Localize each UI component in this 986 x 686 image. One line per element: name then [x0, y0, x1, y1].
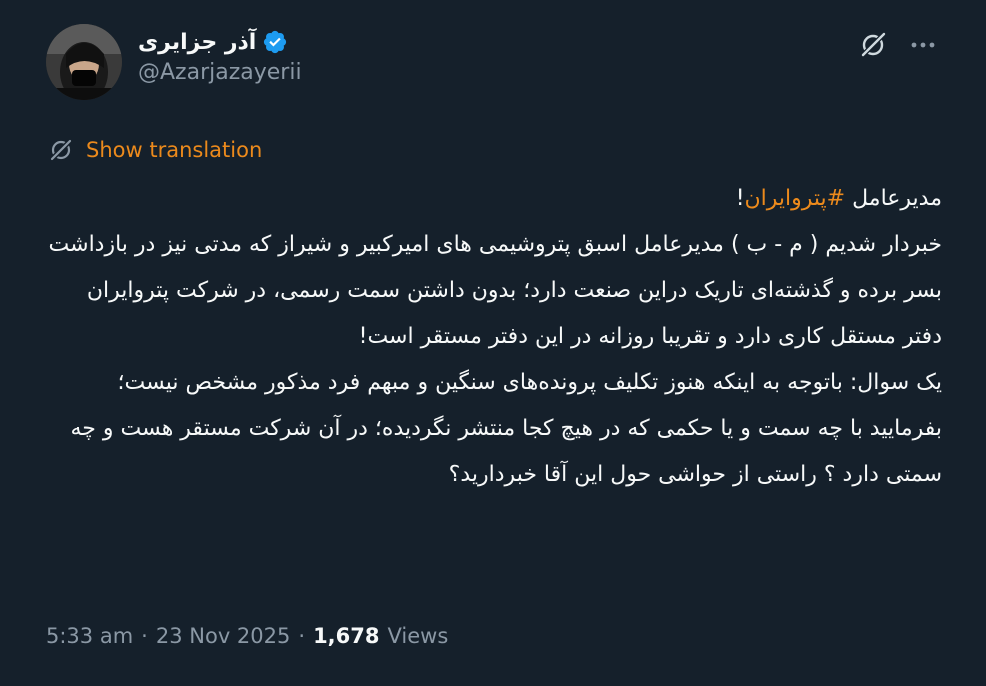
- show-translation-link[interactable]: Show translation: [48, 134, 262, 166]
- avatar-image: [46, 24, 122, 100]
- grok-icon: [861, 32, 886, 57]
- avatar[interactable]: [46, 24, 122, 100]
- grok-button[interactable]: [858, 30, 888, 60]
- meta-separator: ·: [141, 624, 148, 648]
- views-count[interactable]: 1,678: [313, 624, 379, 648]
- name-row: آذر جزایری: [138, 26, 302, 58]
- author-display-name[interactable]: آذر جزایری: [138, 30, 256, 55]
- tweet-line1-suffix: !: [735, 186, 745, 211]
- more-dots-icon: [911, 42, 935, 48]
- tweet-card: آذر جزایری @Azarjazayerii Show translati…: [0, 0, 986, 686]
- views-label[interactable]: Views: [388, 624, 449, 648]
- hashtag-link[interactable]: #پتروایران: [745, 186, 846, 211]
- verified-badge-icon[interactable]: [262, 29, 288, 55]
- tweet-time[interactable]: 5:33 am: [46, 624, 133, 648]
- tweet-date[interactable]: 23 Nov 2025: [156, 624, 291, 648]
- tweet-meta: 5:33 am · 23 Nov 2025 · 1,678 Views: [46, 624, 448, 648]
- tweet-body: خبردار شدیم ( م - ب ) مدیرعامل اسبق پترو…: [48, 232, 942, 487]
- author-handle[interactable]: @Azarjazayerii: [138, 60, 302, 85]
- tweet-text: مدیرعامل #پتروایران! خبردار شدیم ( م - ب …: [46, 176, 942, 498]
- author-block: آذر جزایری @Azarjazayerii: [138, 26, 302, 86]
- show-translation-label: Show translation: [86, 138, 263, 162]
- translate-globe-icon: [50, 139, 72, 161]
- more-options-button[interactable]: [906, 30, 940, 60]
- tweet-line1-prefix: مدیرعامل: [845, 186, 942, 211]
- meta-separator: ·: [298, 624, 306, 648]
